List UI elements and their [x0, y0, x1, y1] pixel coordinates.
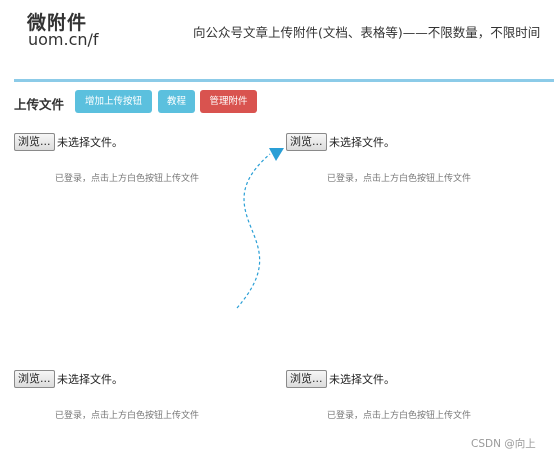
section-title: 上传文件	[14, 97, 65, 112]
upload-hint: 已登录，点击上方白色按钮上传文件	[327, 174, 472, 184]
upload-hint: 已登录，点击上方白色按钮上传文件	[55, 411, 200, 421]
upload-hint: 已登录，点击上方白色按钮上传文件	[327, 411, 472, 421]
add-upload-button[interactable]: 增加上传按钮	[75, 90, 152, 113]
browse-button[interactable]: 浏览...	[14, 370, 55, 388]
file-status: 未选择文件。	[57, 373, 123, 386]
manage-attachments-button[interactable]: 管理附件	[200, 90, 257, 113]
watermark: CSDN @向上	[471, 438, 536, 450]
tagline: 向公众号文章上传附件(文档、表格等)——不限数量，不限时间	[193, 25, 541, 40]
curved-arrow-icon	[236, 148, 284, 309]
browse-button[interactable]: 浏览...	[14, 133, 55, 151]
file-status: 未选择文件。	[57, 136, 123, 149]
file-status: 未选择文件。	[329, 136, 395, 149]
file-status: 未选择文件。	[329, 373, 395, 386]
header-divider	[14, 79, 554, 82]
tutorial-button[interactable]: 教程	[158, 90, 195, 113]
upload-hint: 已登录，点击上方白色按钮上传文件	[55, 174, 200, 184]
logo-url: uom.cn/f	[28, 30, 99, 49]
browse-button[interactable]: 浏览...	[286, 370, 327, 388]
